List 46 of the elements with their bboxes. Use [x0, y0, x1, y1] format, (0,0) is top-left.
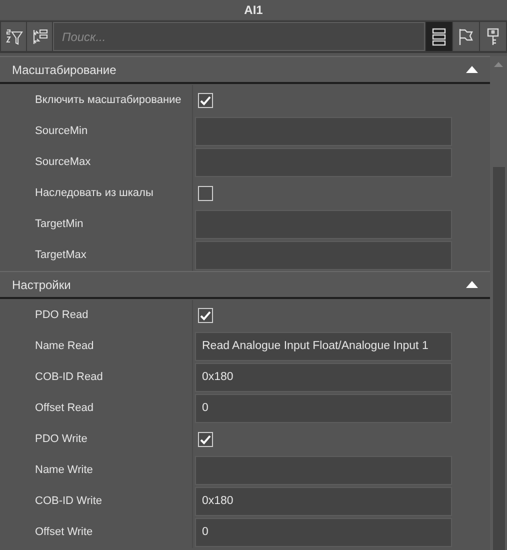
- property-label: Включить масштабирование: [34, 93, 182, 108]
- view-button[interactable]: [480, 22, 506, 51]
- property-label: Offset Write: [34, 525, 94, 540]
- checkbox[interactable]: [198, 93, 213, 108]
- check-icon: [200, 434, 211, 444]
- property-label: Наследовать из шкалы: [34, 186, 154, 202]
- key-icon: [487, 28, 499, 46]
- text-field[interactable]: 0: [195, 394, 452, 423]
- view-button[interactable]: [426, 22, 452, 51]
- property-label: Offset Read: [34, 401, 94, 416]
- check-icon: [200, 96, 211, 106]
- property-label: Name Write: [34, 463, 94, 478]
- search-field[interactable]: Поиск...: [53, 22, 425, 51]
- property-label: PDO Read: [34, 308, 90, 324]
- view-button[interactable]: [453, 22, 479, 51]
- expand-button[interactable]: [27, 22, 52, 51]
- property-label: TargetMax: [34, 248, 88, 264]
- list-icon: [432, 28, 446, 46]
- text-field[interactable]: [195, 148, 452, 177]
- text-field[interactable]: 0: [195, 518, 452, 547]
- section-header[interactable]: Масштабирование: [0, 56, 490, 84]
- flag-icon: [458, 28, 474, 46]
- sort-filter-icon: [4, 28, 22, 46]
- checkbox[interactable]: [198, 308, 213, 323]
- text-field[interactable]: 0x180: [195, 487, 452, 516]
- check-icon: [200, 310, 211, 320]
- text-field[interactable]: [195, 456, 452, 485]
- property-label: SourceMax: [34, 155, 92, 170]
- property-label: TargetMin: [34, 217, 84, 232]
- scrollbar[interactable]: [490, 56, 507, 550]
- tree-arrows-icon: [30, 28, 48, 46]
- property-label: COB-ID Write: [34, 494, 104, 510]
- text-field[interactable]: 0x180: [195, 363, 452, 392]
- checkbox[interactable]: [198, 432, 213, 447]
- window-title: AI1: [244, 2, 263, 19]
- section-header[interactable]: Настройки: [0, 271, 490, 299]
- property-label: PDO Write: [34, 432, 88, 448]
- checkbox[interactable]: [198, 186, 213, 201]
- property-label: SourceMin: [34, 124, 89, 140]
- text-field[interactable]: [195, 210, 452, 239]
- text-field[interactable]: [195, 117, 452, 146]
- sort-filter-button[interactable]: [1, 22, 26, 51]
- property-label: COB-ID Read: [34, 370, 104, 386]
- property-label: Name Read: [34, 339, 95, 354]
- text-field[interactable]: [195, 241, 452, 270]
- text-field[interactable]: Read Analogue Input Float/Analogue Input 1: [195, 332, 452, 361]
